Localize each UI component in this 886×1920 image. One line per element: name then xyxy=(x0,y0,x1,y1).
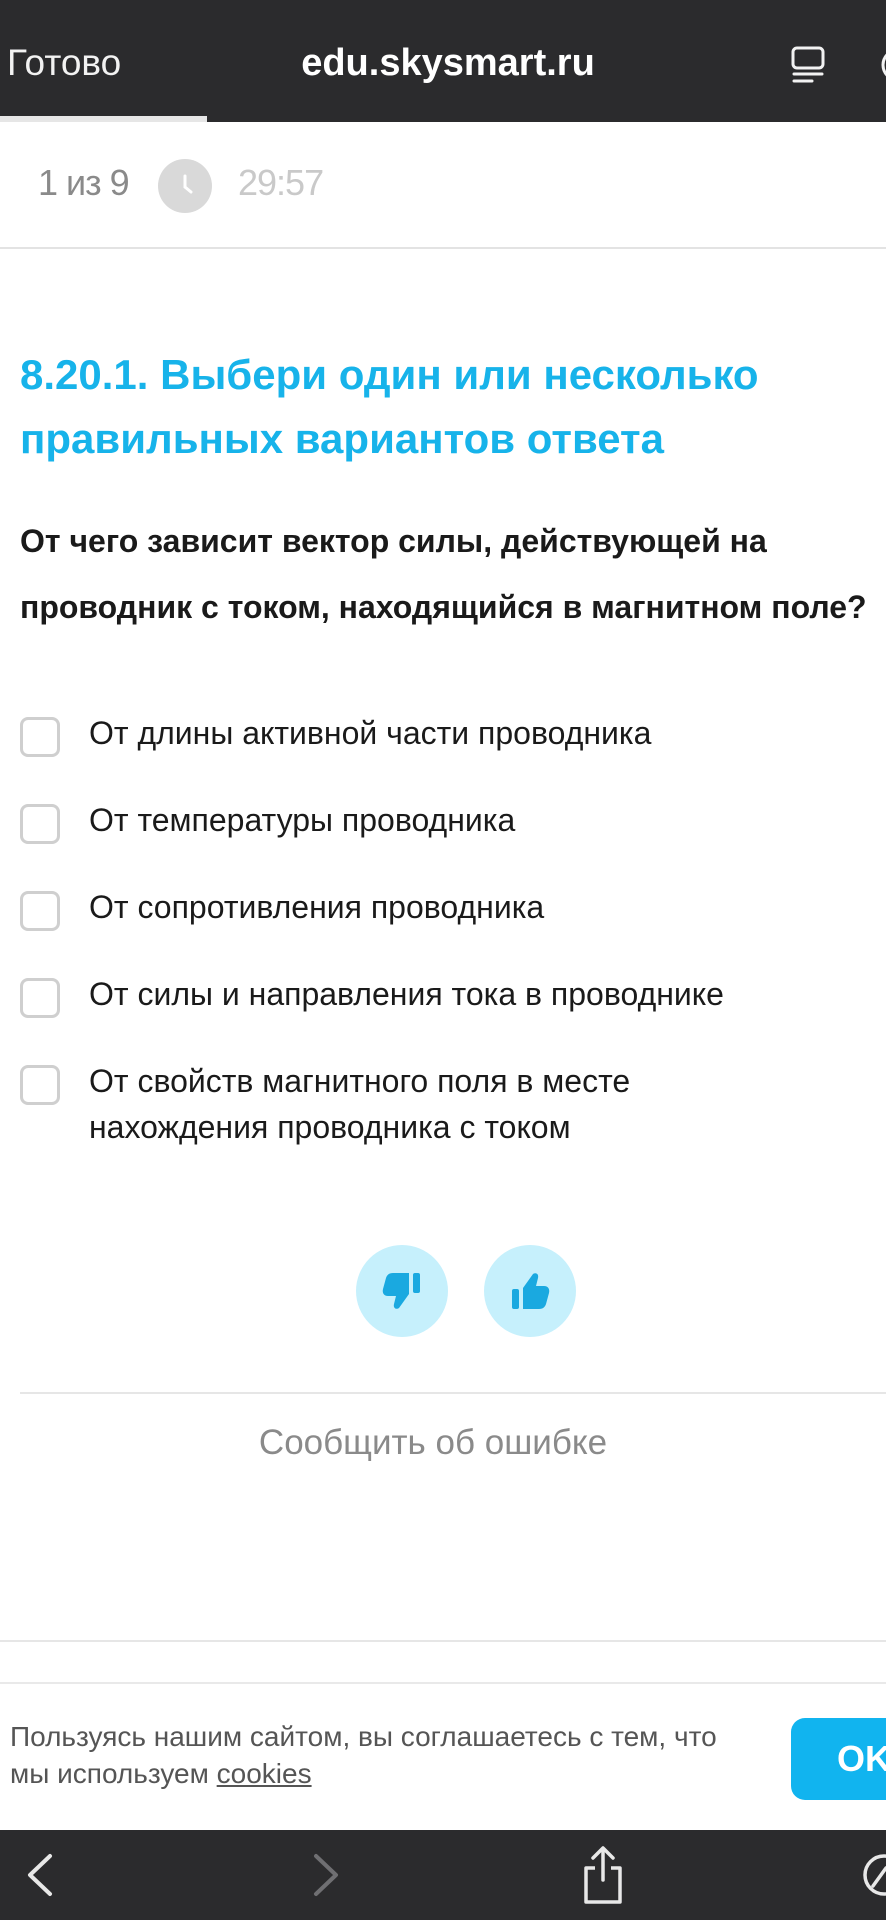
thumbs-down-icon xyxy=(382,1273,420,1309)
back-icon[interactable] xyxy=(22,1852,58,1898)
page: Готово edu.skysmart.ru 1 из 9 29:57 8.20… xyxy=(0,0,886,1920)
dislike-button[interactable] xyxy=(356,1245,448,1337)
forward-icon[interactable] xyxy=(308,1852,344,1898)
like-button[interactable] xyxy=(484,1245,576,1337)
countdown-timer: 29:57 xyxy=(238,162,324,203)
option-label: От силы и направления тока в проводнике xyxy=(89,976,724,1012)
answer-option[interactable]: От сопротивления проводника xyxy=(20,884,886,971)
compass-icon[interactable] xyxy=(856,1852,886,1898)
cookie-text: Пользуясь нашим сайтом, вы соглашаетесь … xyxy=(10,1718,750,1792)
option-checkbox[interactable] xyxy=(20,891,60,931)
answer-option[interactable]: От длины активной части проводника xyxy=(20,710,886,797)
option-checkbox[interactable] xyxy=(20,978,60,1018)
answer-option[interactable]: От силы и направления тока в проводнике xyxy=(20,971,886,1058)
cookie-ok-button[interactable]: OK xyxy=(791,1718,886,1800)
question-text: От чего зависит вектор силы, действующей… xyxy=(20,523,867,625)
share-icon[interactable] xyxy=(580,1844,626,1906)
option-checkbox[interactable] xyxy=(20,717,60,757)
quiz-progress-header: 1 из 9 29:57 xyxy=(0,122,886,249)
option-label: От свойств магнитного поля в месте нахож… xyxy=(89,1063,631,1145)
divider xyxy=(0,1640,886,1642)
option-label: От сопротивления проводника xyxy=(89,889,545,925)
option-label: От длины активной части проводника xyxy=(89,715,652,751)
task-title: 8.20.1. Выбери один или несколько правил… xyxy=(20,351,759,462)
cookie-message: Пользуясь нашим сайтом, вы соглашаетесь … xyxy=(10,1721,717,1789)
report-error-link[interactable]: Сообщить об ошибке xyxy=(0,1423,886,1463)
url-bar[interactable]: edu.skysmart.ru xyxy=(0,42,886,85)
cookies-link[interactable]: cookies xyxy=(217,1758,312,1789)
clock-icon xyxy=(158,159,212,213)
divider xyxy=(20,1392,886,1394)
option-checkbox[interactable] xyxy=(20,804,60,844)
option-label: От температуры проводника xyxy=(89,802,516,838)
option-checkbox[interactable] xyxy=(20,1065,60,1105)
answer-option[interactable]: От температуры проводника xyxy=(20,797,886,884)
answer-options: От длины активной части проводника От те… xyxy=(20,710,886,1158)
cookie-banner: Пользуясь нашим сайтом, вы соглашаетесь … xyxy=(0,1682,886,1830)
browser-bottom-bar xyxy=(0,1830,886,1920)
question-counter: 1 из 9 xyxy=(38,162,130,203)
answer-option[interactable]: От свойств магнитного поля в месте нахож… xyxy=(20,1058,886,1158)
thumbs-up-icon xyxy=(512,1273,550,1309)
compass-icon[interactable] xyxy=(872,48,886,82)
browser-top-bar: Готово edu.skysmart.ru xyxy=(0,0,886,122)
reader-icon[interactable] xyxy=(790,46,826,84)
